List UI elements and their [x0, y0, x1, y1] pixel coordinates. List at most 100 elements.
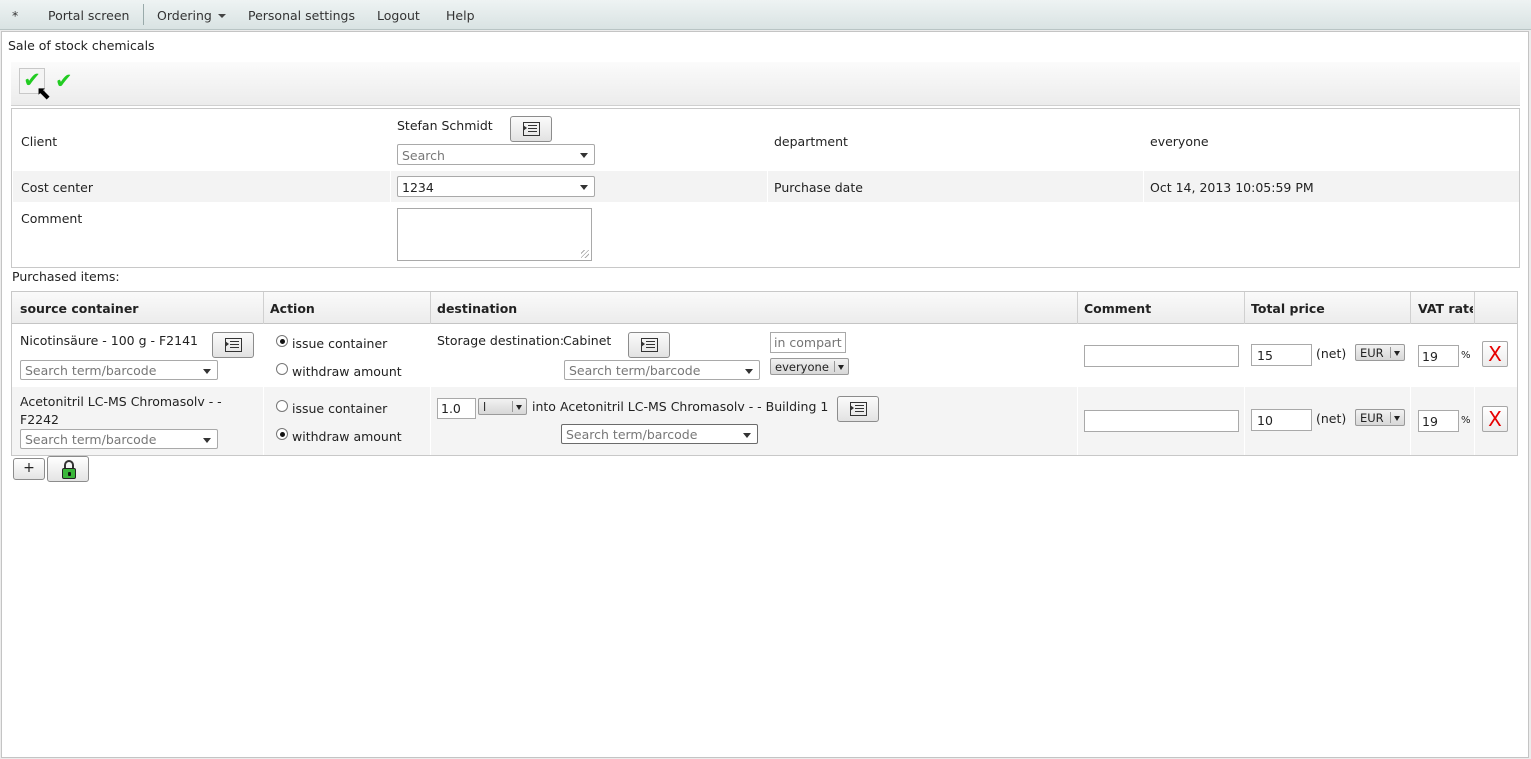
source-search-combo[interactable]: Search term/barcode [20, 360, 218, 380]
destination-search-combo[interactable]: Search term/barcode [564, 360, 760, 380]
menu-logout[interactable]: Logout [377, 8, 420, 23]
currency-combo[interactable]: EUR [1355, 344, 1405, 361]
source-search-placeholder: Search term/barcode [25, 363, 157, 378]
cost-center-combo[interactable]: 1234 [397, 176, 595, 197]
source-container-name-line2: F2242 [20, 412, 60, 427]
source-picker-button[interactable] [212, 332, 254, 358]
source-container-name: Nicotinsäure - 100 g - F2141 [20, 333, 198, 348]
menu-star[interactable]: * [12, 8, 18, 23]
menu-portal-screen[interactable]: Portal screen [48, 8, 129, 23]
menu-bar: * Portal screen Ordering Personal settin… [0, 0, 1531, 30]
table-header: source container Action destination Comm… [12, 292, 1517, 324]
header-vat-rate: VAT rate [1418, 301, 1473, 316]
vat-input[interactable] [1418, 410, 1459, 432]
into-destination-value: Acetonitril LC-MS Chromasolv - - Buildin… [560, 399, 829, 414]
header-destination: destination [437, 301, 518, 316]
destination-search-placeholder: Search term/barcode [566, 427, 698, 442]
dropdown-arrow-icon [1394, 416, 1400, 421]
price-input[interactable] [1251, 409, 1312, 431]
owner-value: everyone [775, 360, 829, 374]
storage-picker-button[interactable] [628, 332, 670, 358]
add-item-button[interactable]: + [13, 458, 45, 480]
percent-label: % [1461, 415, 1471, 426]
owner-combo[interactable]: everyone [770, 358, 849, 375]
header-comment: Comment [1084, 301, 1152, 316]
toolbar: ✔ ✔ ⬉ [11, 62, 1520, 106]
menu-personal-settings[interactable]: Personal settings [248, 8, 355, 23]
client-search-placeholder: Search [402, 148, 445, 163]
dropdown-arrow-icon [1394, 351, 1400, 356]
into-label: into [532, 399, 556, 414]
percent-label: % [1461, 350, 1471, 361]
net-label: (net) [1316, 346, 1347, 361]
menu-help[interactable]: Help [446, 8, 475, 23]
table-row: Acetonitril LC-MS Chromasolv - - F2242 S… [12, 387, 1517, 455]
client-search-combo[interactable]: Search [397, 144, 595, 165]
source-container-name-line1: Acetonitril LC-MS Chromasolv - - [20, 394, 222, 409]
destination-search-combo[interactable]: Search term/barcode [561, 424, 758, 444]
delete-row-button[interactable]: X [1482, 341, 1508, 367]
dropdown-arrow-icon [580, 153, 588, 158]
withdraw-amount-label: withdraw amount [292, 429, 402, 444]
table-row: Nicotinsäure - 100 g - F2141 Search term… [12, 325, 1517, 387]
confirm-check-icon[interactable]: ✔ [55, 71, 73, 92]
price-input[interactable] [1251, 344, 1312, 366]
department-label: department [774, 134, 848, 149]
client-value: Stefan Schmidt [397, 118, 493, 133]
dropdown-arrow-icon [516, 405, 522, 410]
currency-value: EUR [1360, 411, 1384, 425]
cost-center-label: Cost center [21, 180, 93, 195]
amount-input[interactable] [437, 398, 476, 419]
purchased-items-table: source container Action destination Comm… [11, 291, 1518, 456]
menu-ordering-label: Ordering [157, 8, 212, 23]
client-form: Client Stefan Schmidt Search department … [11, 108, 1520, 268]
purchase-date-value: Oct 14, 2013 10:05:59 PM [1150, 180, 1314, 195]
client-label: Client [21, 134, 58, 149]
into-picker-button[interactable] [837, 396, 879, 422]
dropdown-arrow-icon [203, 369, 211, 374]
dropdown-arrow-icon [745, 369, 753, 374]
dropdown-arrow-icon [743, 433, 751, 438]
currency-value: EUR [1360, 346, 1384, 360]
comment-label: Comment [21, 211, 83, 226]
menu-separator [143, 4, 144, 25]
unit-combo[interactable]: l [478, 398, 527, 415]
compartment-input[interactable] [770, 332, 846, 353]
source-search-placeholder: Search term/barcode [25, 432, 157, 447]
list-picker-icon [225, 338, 242, 352]
radio-issue-container[interactable] [276, 335, 288, 347]
dropdown-arrow-icon [203, 438, 211, 443]
caret-down-icon [217, 14, 226, 18]
vat-input[interactable] [1418, 345, 1459, 367]
radio-issue-container[interactable] [276, 400, 288, 412]
list-picker-icon [850, 402, 867, 416]
menu-ordering[interactable]: Ordering [157, 8, 226, 23]
mouse-cursor-icon: ⬉ [36, 83, 52, 104]
destination-search-placeholder: Search term/barcode [569, 363, 701, 378]
currency-combo[interactable]: EUR [1355, 409, 1405, 426]
delete-row-button[interactable]: X [1482, 406, 1508, 432]
item-comment-input[interactable] [1084, 410, 1239, 432]
issue-container-label: issue container [292, 401, 388, 416]
radio-withdraw-amount[interactable] [276, 428, 288, 440]
list-picker-icon [523, 122, 540, 136]
header-action: Action [270, 301, 315, 316]
purchase-date-label: Purchase date [774, 180, 863, 195]
purchased-items-label: Purchased items: [12, 269, 120, 284]
department-value: everyone [1150, 134, 1209, 149]
unit-value: l [483, 400, 487, 414]
source-search-combo[interactable]: Search term/barcode [20, 429, 218, 449]
storage-destination-label: Storage destination: [437, 333, 565, 348]
cost-center-value: 1234 [402, 180, 434, 195]
radio-withdraw-amount[interactable] [276, 363, 288, 375]
resize-grip-icon[interactable] [581, 250, 589, 258]
comment-textarea[interactable] [397, 208, 592, 261]
header-source-container: source container [20, 301, 139, 316]
lock-button[interactable] [47, 456, 89, 482]
client-picker-button[interactable] [510, 116, 552, 142]
item-comment-input[interactable] [1084, 345, 1239, 367]
list-picker-icon [641, 338, 658, 352]
net-label: (net) [1316, 411, 1347, 426]
issue-container-label: issue container [292, 336, 388, 351]
panel-title: Sale of stock chemicals [8, 38, 155, 53]
